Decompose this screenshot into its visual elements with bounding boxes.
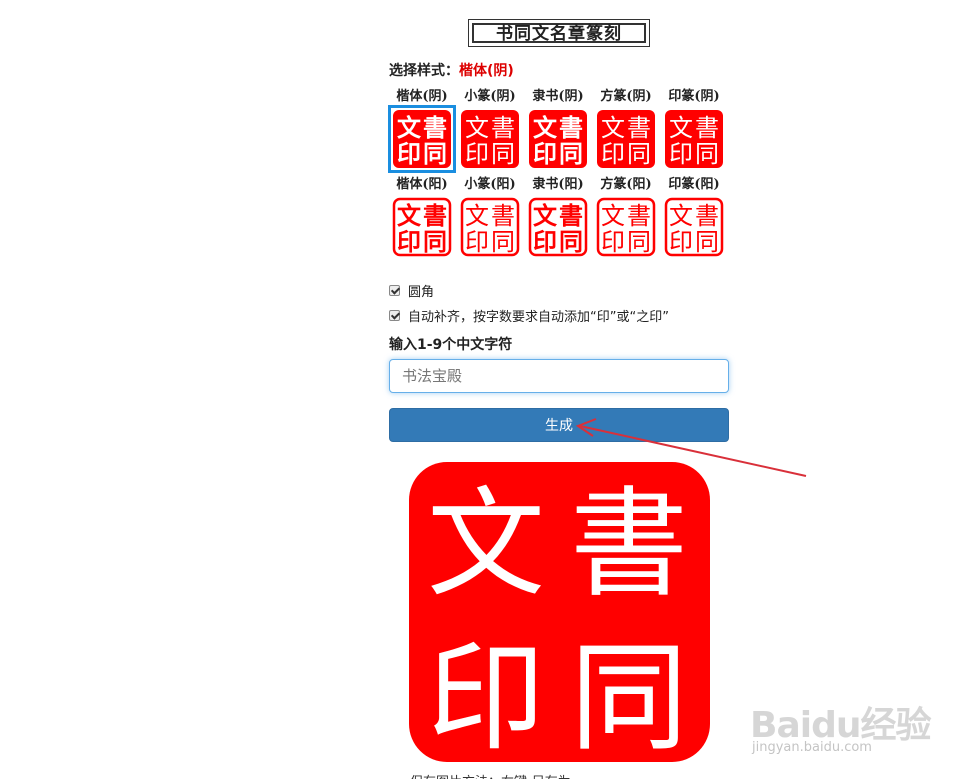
generate-button[interactable]: 生成: [389, 408, 729, 442]
seal-char-bottom-right: 同: [570, 629, 688, 762]
seal-option-label: 印篆(阳): [668, 177, 720, 192]
seal-thumb-char: 文: [601, 114, 625, 142]
seal-option-label: 小篆(阴): [464, 89, 516, 104]
name-input[interactable]: [389, 359, 729, 393]
seal-option-xiaozhuan-yang[interactable]: 小篆(阳) 文書印同: [456, 176, 524, 258]
seal-thumb-char: 文: [533, 114, 558, 142]
seal-thumb-char: 印: [397, 139, 421, 168]
seal-option-label: 楷体(阳): [396, 177, 448, 192]
style-selected-value: 楷体(阴): [459, 63, 514, 79]
seal-char-top-right: 書: [570, 475, 688, 613]
seal-thumb-char: 書: [695, 202, 719, 230]
seal-thumbnail[interactable]: 文書印同: [459, 108, 521, 170]
seal-thumb-char: 印: [601, 140, 625, 168]
seal-option-label: 印篆(阴): [668, 89, 720, 104]
seal-thumb-char: 文: [669, 202, 693, 230]
page: 书同文名章篆刻 选择样式：楷体(阴) 楷体(阴) 文書印同小篆(阴) 文書印同隶书(…: [0, 0, 976, 779]
seal-thumb-char: 印: [465, 140, 489, 168]
seal-thumb-char: 印: [533, 228, 557, 256]
seal-thumb-char: 同: [491, 140, 515, 168]
seal-thumb-char: 印: [465, 228, 489, 256]
seal-option-fangzhuan-yin[interactable]: 方篆(阴) 文書印同: [592, 88, 660, 170]
seal-thumb-char: 文: [397, 113, 422, 142]
seal-thumb-char: 書: [627, 114, 651, 142]
seal-thumb-char: 文: [397, 201, 422, 230]
seal-thumbnail[interactable]: 文書印同: [388, 105, 456, 173]
seal-thumbnail[interactable]: 文書印同: [595, 108, 657, 170]
seal-thumb-char: 書: [559, 114, 583, 142]
seal-thumbnail[interactable]: 文書印同: [527, 108, 589, 170]
autofill-checkbox[interactable]: [389, 310, 400, 321]
seal-option-label: 楷体(阴): [396, 89, 448, 104]
baidu-watermark: Baidu经验 jingyan.baidu.com: [748, 670, 948, 760]
seal-thumb-char: 文: [601, 202, 625, 230]
seal-thumbnail[interactable]: 文書印同: [663, 108, 725, 170]
seal-thumbnail[interactable]: 文書印同: [663, 196, 725, 258]
seal-thumb-char: 印: [601, 228, 625, 256]
seal-thumbnail[interactable]: 文書印同: [595, 196, 657, 258]
save-hint: 保存图片方法：右键-另存为: [410, 771, 571, 779]
generated-seal-preview: 文 書 印 同: [409, 462, 710, 767]
seal-option-label: 隶书(阴): [532, 89, 584, 104]
seal-thumb-char: 印: [669, 140, 693, 168]
watermark-url: jingyan.baidu.com: [752, 740, 872, 755]
seal-thumb-char: 同: [695, 228, 719, 256]
page-title: 书同文名章篆刻: [496, 24, 622, 44]
seal-char-bottom-left: 印: [427, 629, 545, 762]
seal-thumb-char: 同: [627, 228, 651, 256]
watermark-text: Baidu经验: [750, 705, 931, 746]
seal-thumb-char: 印: [669, 228, 693, 256]
rounded-option[interactable]: 圆角: [389, 281, 434, 300]
seal-thumb-char: 同: [423, 227, 447, 256]
title-banner: 书同文名章篆刻: [468, 19, 650, 47]
seal-option-xiaozhuan-yin[interactable]: 小篆(阴) 文書印同: [456, 88, 524, 170]
input-label: 输入1-9个中文字符: [389, 337, 513, 353]
seal-option-label: 方篆(阴): [600, 89, 652, 104]
seal-thumb-char: 同: [627, 140, 651, 168]
seal-option-lishu-yin[interactable]: 隶书(阴) 文書印同: [524, 88, 592, 170]
seal-thumb-char: 同: [559, 228, 583, 256]
seal-option-yinzhuan-yang[interactable]: 印篆(阳) 文書印同: [660, 176, 728, 258]
seal-thumb-char: 書: [627, 202, 651, 230]
seal-thumbnail[interactable]: 文書印同: [459, 196, 521, 258]
autofill-option[interactable]: 自动补齐，按字数要求自动添加“印”或“之印”: [389, 306, 669, 325]
seal-thumb-char: 書: [491, 202, 515, 230]
seal-thumb-char: 書: [695, 114, 719, 142]
seal-option-label: 隶书(阳): [532, 177, 584, 192]
seal-thumbnail[interactable]: 文書印同: [527, 196, 589, 258]
autofill-label: 自动补齐，按字数要求自动添加“印”或“之印”: [408, 310, 669, 325]
seal-thumb-char: 印: [397, 227, 421, 256]
seal-option-lishu-yang[interactable]: 隶书(阳) 文書印同: [524, 176, 592, 258]
style-select-line: 选择样式：楷体(阴): [389, 60, 514, 80]
style-select-label: 选择样式：: [389, 63, 459, 79]
seal-thumb-char: 同: [695, 140, 719, 168]
rounded-checkbox[interactable]: [389, 285, 400, 296]
seal-option-kai-yin[interactable]: 楷体(阴) 文書印同: [388, 88, 456, 173]
seal-thumb-char: 書: [559, 202, 583, 230]
seal-thumb-char: 印: [533, 140, 557, 168]
seal-option-label: 小篆(阳): [464, 177, 516, 192]
rounded-label: 圆角: [408, 285, 435, 300]
seal-option-yinzhuan-yin[interactable]: 印篆(阴) 文書印同: [660, 88, 728, 170]
seal-option-fangzhuan-yang[interactable]: 方篆(阳) 文書印同: [592, 176, 660, 258]
seal-thumb-char: 書: [491, 114, 515, 142]
seal-thumb-char: 文: [669, 114, 693, 142]
seal-thumb-char: 書: [423, 201, 447, 230]
seal-thumb-char: 文: [465, 114, 489, 142]
seal-option-label: 方篆(阳): [600, 177, 652, 192]
seal-thumbnail[interactable]: 文書印同: [391, 196, 453, 258]
seal-thumb-char: 書: [423, 113, 447, 142]
seal-thumb-char: 文: [465, 202, 489, 230]
seal-char-top-left: 文: [427, 475, 545, 613]
seal-option-kai-yang[interactable]: 楷体(阳) 文書印同: [388, 176, 456, 258]
seal-thumb-char: 同: [491, 228, 515, 256]
seal-thumb-char: 同: [423, 139, 447, 168]
seal-thumb-char: 文: [533, 202, 558, 230]
seal-thumb-char: 同: [559, 140, 583, 168]
